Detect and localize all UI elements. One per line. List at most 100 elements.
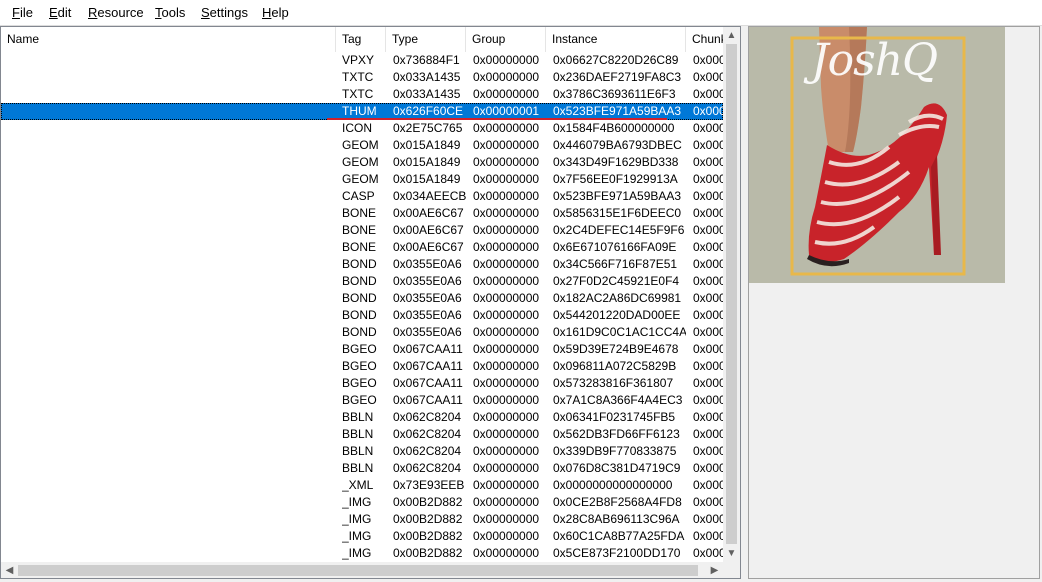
horizontal-scroll-thumb[interactable] — [18, 565, 698, 576]
table-row[interactable]: BONE 0x00AE6C67 0x00000000 0x2C4DEFEC14E5F9… — [1, 222, 723, 239]
cell-group: 0x00000000 — [473, 393, 540, 407]
cell-instance: 0x544201220DAD00EE — [553, 308, 681, 322]
scroll-down-icon[interactable]: ▼ — [723, 545, 740, 562]
cell-tag: BGEO — [342, 393, 377, 407]
table-row[interactable]: GEOM 0x015A1849 0x00000000 0x446079BA6793DB… — [1, 137, 723, 154]
table-row[interactable]: TXTC 0x033A1435 0x00000000 0x236DAEF2719FA8… — [1, 69, 723, 86]
table-row[interactable]: BGEO 0x067CAA11 0x00000000 0x59D39E724B9E46… — [1, 341, 723, 358]
scroll-left-icon[interactable]: ◀ — [1, 562, 18, 578]
cell-name — [7, 341, 332, 358]
table-row[interactable]: ICON 0x2E75C765 0x00000000 0x1584F4B6000000… — [1, 120, 723, 137]
table-row[interactable]: _IMG 0x00B2D882 0x00000000 0x60C1CA8B77A25F… — [1, 528, 723, 545]
cell-instance: 0x5CE873F2100DD170 — [553, 546, 681, 560]
column-header-tag[interactable]: Tag — [336, 27, 386, 52]
cell-name — [7, 137, 332, 154]
cell-type: 0x062C8204 — [393, 410, 462, 424]
column-header-group[interactable]: Group — [466, 27, 546, 52]
cell-name — [7, 103, 332, 120]
selection-underline — [327, 118, 667, 120]
cell-chunk: 0x0000 — [693, 172, 723, 186]
cell-group: 0x00000000 — [473, 121, 540, 135]
vertical-scrollbar[interactable]: ▲ ▼ — [723, 27, 740, 562]
table-row[interactable]: BOND 0x0355E0A6 0x00000000 0x544201220DAD00… — [1, 307, 723, 324]
cell-group: 0x00000000 — [473, 189, 540, 203]
menu-file[interactable]: File — [12, 5, 33, 20]
cell-chunk: 0x0000 — [693, 393, 723, 407]
column-header-name[interactable]: Name — [1, 27, 336, 52]
cell-chunk: 0x0000 — [693, 189, 723, 203]
cell-name — [7, 511, 332, 528]
table-row[interactable]: BONE 0x00AE6C67 0x00000000 0x5856315E1F6DEE… — [1, 205, 723, 222]
cell-tag: BGEO — [342, 342, 377, 356]
menu-resource[interactable]: Resource — [88, 5, 144, 20]
table-row[interactable]: CASP 0x034AEECB 0x00000000 0x523BFE971A59BA… — [1, 188, 723, 205]
table-row[interactable]: _IMG 0x00B2D882 0x00000000 0x28C8AB696113C9… — [1, 511, 723, 528]
thumbnail-image: JoshQ — [749, 27, 1005, 283]
table-row[interactable]: VPXY 0x736884F1 0x00000000 0x06627C8220D26C… — [1, 52, 723, 69]
cell-group: 0x00000000 — [473, 291, 540, 305]
menu-settings-label: ettings — [209, 5, 248, 20]
cell-instance: 0x182AC2A86DC69981 — [553, 291, 682, 305]
table-row[interactable]: BBLN 0x062C8204 0x00000000 0x076D8C381D4719… — [1, 460, 723, 477]
menu-tools[interactable]: Tools — [155, 5, 185, 20]
table-row[interactable]: BBLN 0x062C8204 0x00000000 0x339DB9F7708338… — [1, 443, 723, 460]
table-row[interactable]: BGEO 0x067CAA11 0x00000000 0x7A1C8A366F4A4E… — [1, 392, 723, 409]
scroll-right-icon[interactable]: ▶ — [706, 562, 723, 578]
table-row[interactable]: _IMG 0x00B2D882 0x00000000 0x5CE873F2100DD1… — [1, 545, 723, 562]
cell-group: 0x00000000 — [473, 444, 540, 458]
cell-type: 0x73E93EEB — [393, 478, 465, 492]
cell-instance: 0x076D8C381D4719C9 — [553, 461, 681, 475]
cell-chunk: 0x0000 — [693, 53, 723, 67]
table-row[interactable]: _XML 0x73E93EEB 0x00000000 0x00000000000000… — [1, 477, 723, 494]
cell-chunk: 0x0000 — [693, 512, 723, 526]
cell-group: 0x00000000 — [473, 206, 540, 220]
cell-tag: GEOM — [342, 138, 379, 152]
cell-name — [7, 528, 332, 545]
cell-name — [7, 86, 332, 103]
scroll-up-icon[interactable]: ▲ — [723, 27, 740, 44]
column-header-type[interactable]: Type — [386, 27, 466, 52]
cell-instance: 0x6E671076166FA09E — [553, 240, 677, 254]
menu-file-mnemonic: F — [12, 5, 20, 20]
cell-group: 0x00000000 — [473, 325, 540, 339]
cell-chunk: 0x0000 — [693, 376, 723, 390]
table-row[interactable]: BOND 0x0355E0A6 0x00000000 0x182AC2A86DC699… — [1, 290, 723, 307]
menu-help[interactable]: Help — [262, 5, 289, 20]
table-row[interactable]: _IMG 0x00B2D882 0x00000000 0x0CE2B8F2568A4F… — [1, 494, 723, 511]
cell-name — [7, 545, 332, 562]
menu-settings[interactable]: Settings — [201, 5, 248, 20]
table-row[interactable]: GEOM 0x015A1849 0x00000000 0x7F56EE0F192991… — [1, 171, 723, 188]
horizontal-scrollbar[interactable]: ◀ ▶ — [1, 562, 723, 578]
cell-tag: ICON — [342, 121, 372, 135]
table-row[interactable]: BOND 0x0355E0A6 0x00000000 0x34C566F716F87E… — [1, 256, 723, 273]
resource-list[interactable]: Name Tag Type Group Instance Chunk VPXY 0… — [0, 26, 741, 579]
cell-instance: 0x1584F4B600000000 — [553, 121, 675, 135]
table-row[interactable]: BBLN 0x062C8204 0x00000000 0x562DB3FD66FF61… — [1, 426, 723, 443]
table-row[interactable]: BONE 0x00AE6C67 0x00000000 0x6E671076166FA0… — [1, 239, 723, 256]
watermark-text: JoshQ — [811, 35, 938, 86]
cell-type: 0x00AE6C67 — [393, 223, 464, 237]
vertical-scroll-thumb[interactable] — [726, 44, 737, 544]
table-row[interactable]: BBLN 0x062C8204 0x00000000 0x06341F0231745F… — [1, 409, 723, 426]
table-row[interactable]: GEOM 0x015A1849 0x00000000 0x343D49F1629BD3… — [1, 154, 723, 171]
menu-edit[interactable]: Edit — [49, 5, 71, 20]
table-row[interactable]: BGEO 0x067CAA11 0x00000000 0x096811A072C582… — [1, 358, 723, 375]
table-row[interactable]: BOND 0x0355E0A6 0x00000000 0x161D9C0C1AC1CC… — [1, 324, 723, 341]
cell-group: 0x00000000 — [473, 274, 540, 288]
cell-chunk: 0x0000 — [693, 257, 723, 271]
column-header-chunk[interactable]: Chunk — [686, 27, 723, 52]
cell-tag: BONE — [342, 206, 377, 220]
cell-group: 0x00000000 — [473, 512, 540, 526]
cell-instance: 0x573283816F361807 — [553, 376, 674, 390]
column-header-instance[interactable]: Instance — [546, 27, 686, 52]
cell-instance: 0x161D9C0C1AC1CC4A — [553, 325, 686, 339]
cell-chunk: 0x0000 — [693, 274, 723, 288]
cell-type: 0x0355E0A6 — [393, 274, 462, 288]
table-row[interactable]: BGEO 0x067CAA11 0x00000000 0x573283816F3618… — [1, 375, 723, 392]
table-row[interactable]: TXTC 0x033A1435 0x00000000 0x3786C3693611E6… — [1, 86, 723, 103]
cell-instance: 0x06627C8220D26C89 — [553, 53, 679, 67]
cell-tag: BONE — [342, 240, 377, 254]
scrollbar-corner — [723, 562, 740, 578]
cell-group: 0x00000000 — [473, 529, 540, 543]
table-row[interactable]: BOND 0x0355E0A6 0x00000000 0x27F0D2C45921E0… — [1, 273, 723, 290]
